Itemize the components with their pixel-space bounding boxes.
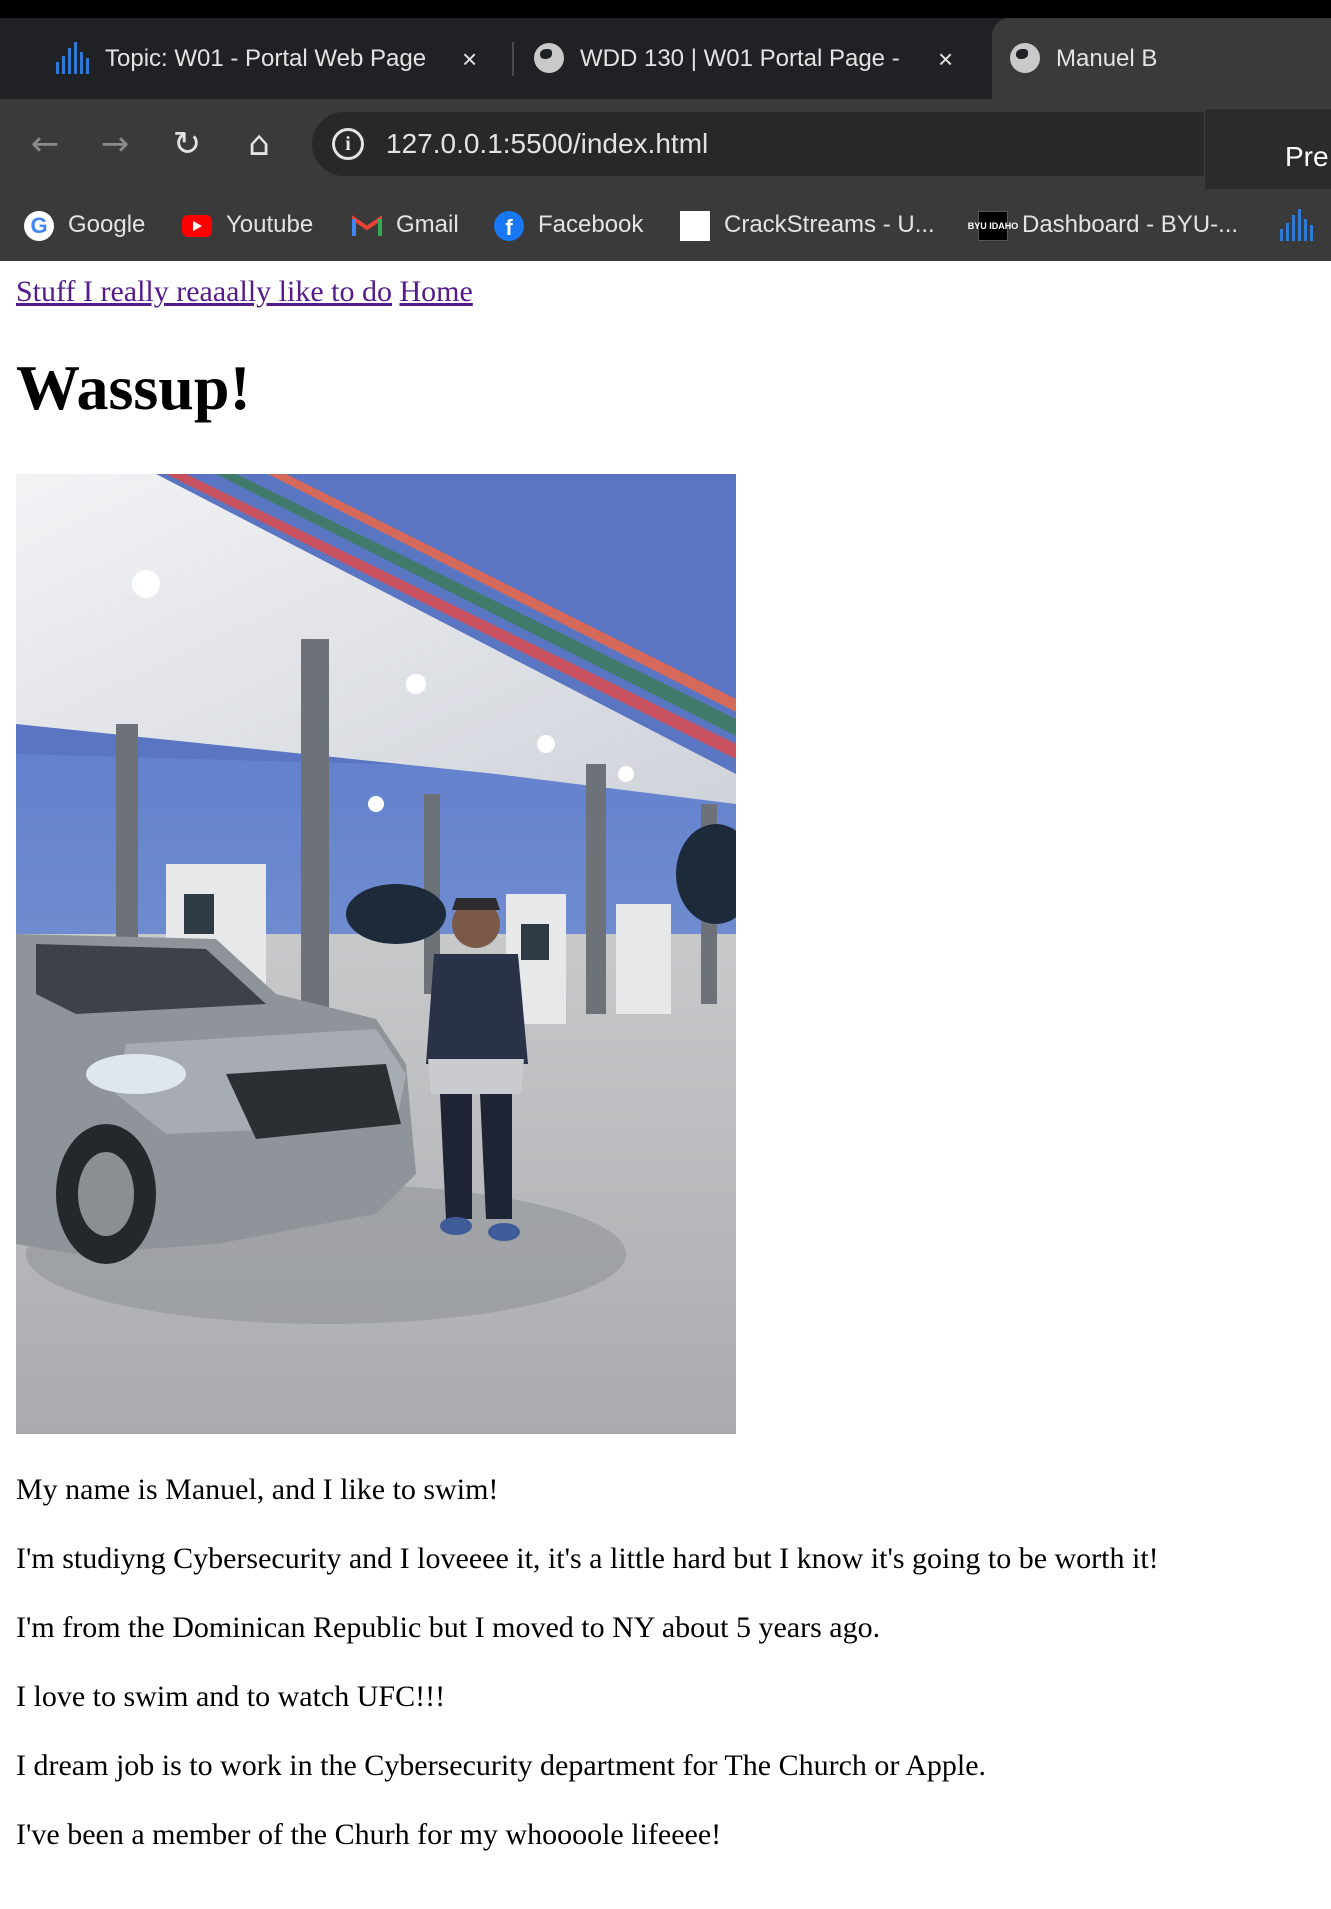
bookmark-label: Gmail xyxy=(396,211,459,238)
byu-idaho-icon: BYU IDAHO xyxy=(968,211,1018,241)
tab-topic-w01[interactable]: Topic: W01 - Portal Web Page × xyxy=(40,18,510,99)
brightspace-bars-icon xyxy=(56,42,90,74)
site-info-icon[interactable]: i xyxy=(332,128,364,160)
bookmark-label: Facebook xyxy=(538,211,644,238)
tab-title: WDD 130 | W01 Portal Page - xyxy=(580,44,900,72)
youtube-icon xyxy=(182,215,212,237)
reload-icon[interactable]: ↻ xyxy=(164,121,210,167)
browser-chrome: Topic: W01 - Portal Web Page × WDD 130 |… xyxy=(0,0,1331,261)
bookmark-label: CrackStreams - U... xyxy=(724,211,935,238)
tab-close-icon[interactable]: × xyxy=(462,46,477,72)
address-bar[interactable]: i 127.0.0.1:5500/index.html xyxy=(312,112,1331,176)
url-text[interactable]: 127.0.0.1:5500/index.html xyxy=(386,128,708,160)
nav-link-hobbies[interactable]: Stuff I really reaaally like to do xyxy=(16,275,392,308)
bookmark-youtube[interactable]: Youtube xyxy=(182,189,313,261)
bookmark-byu-dashboard[interactable]: BYU IDAHO Dashboard - BYU-... xyxy=(968,189,1239,261)
paragraph-studies: I'm studiyng Cybersecurity and I loveeee… xyxy=(16,1542,1159,1575)
home-icon[interactable]: ⌂ xyxy=(236,121,282,167)
tab-wdd130[interactable]: WDD 130 | W01 Portal Page - × xyxy=(520,18,990,99)
bookmark-gmail[interactable]: Gmail xyxy=(352,189,459,261)
page-title: Wassup! xyxy=(16,352,251,423)
globe-icon xyxy=(1010,43,1040,73)
blank-page-icon xyxy=(680,211,710,241)
paragraph-origin: I'm from the Dominican Republic but I mo… xyxy=(16,1611,881,1644)
tab-title: Topic: W01 - Portal Web Page xyxy=(105,44,427,72)
page-nav: Stuff I really reaaally like to do Home xyxy=(16,275,473,309)
tab-manuel-active[interactable]: Manuel B xyxy=(992,18,1331,99)
forward-arrow-icon[interactable]: → xyxy=(92,121,138,167)
bookmarks-bar: G Google Youtube Gmail f Facebook CrackS… xyxy=(0,189,1331,261)
window-top-strip xyxy=(0,0,1331,18)
paragraph-intro: My name is Manuel, and I like to swim! xyxy=(16,1473,499,1506)
back-arrow-icon[interactable]: ← xyxy=(22,121,68,167)
photo-illustration xyxy=(16,474,736,1434)
bookmark-facebook[interactable]: f Facebook xyxy=(494,189,643,261)
tab-close-icon[interactable]: × xyxy=(938,46,953,72)
nav-link-home[interactable]: Home xyxy=(399,275,472,308)
preview-popup-label: Pre xyxy=(1285,141,1329,172)
paragraph-dream-job: I dream job is to work in the Cybersecur… xyxy=(16,1749,987,1782)
tab-title: Manuel B xyxy=(1056,44,1158,72)
paragraph-church: I've been a member of the Churh for my w… xyxy=(16,1818,722,1851)
web-page: Stuff I really reaaally like to do Home … xyxy=(0,261,1331,1909)
brightspace-bars-icon[interactable] xyxy=(1280,209,1314,241)
paragraph-hobbies: I love to swim and to watch UFC!!! xyxy=(16,1680,446,1713)
bookmark-label: Google xyxy=(68,211,146,238)
tab-strip: Topic: W01 - Portal Web Page × WDD 130 |… xyxy=(0,18,1331,99)
globe-icon xyxy=(534,43,564,73)
bookmark-crackstreams[interactable]: CrackStreams - U... xyxy=(680,189,935,261)
browser-toolbar: ← → ↻ ⌂ i 127.0.0.1:5500/index.html xyxy=(0,99,1331,189)
facebook-icon: f xyxy=(494,211,524,241)
bookmark-label: Youtube xyxy=(226,211,314,238)
google-icon: G xyxy=(24,211,54,241)
bookmark-google[interactable]: G Google xyxy=(24,189,145,261)
tab-separator xyxy=(512,42,514,76)
profile-photo xyxy=(16,474,736,1434)
gmail-icon xyxy=(352,215,382,237)
bookmark-label: Dashboard - BYU-... xyxy=(1022,211,1239,238)
